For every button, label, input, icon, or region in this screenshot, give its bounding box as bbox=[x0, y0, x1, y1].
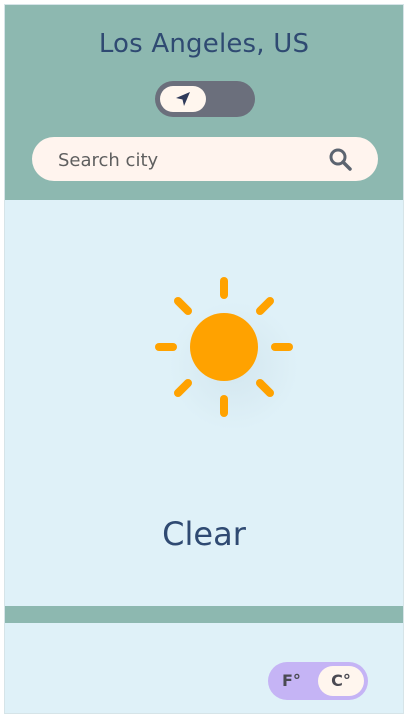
search-bar bbox=[32, 137, 378, 183]
search-icon[interactable] bbox=[328, 147, 352, 171]
unit-fahrenheit[interactable]: F° bbox=[282, 662, 301, 700]
sun-icon bbox=[155, 277, 293, 417]
section-divider bbox=[5, 606, 403, 623]
weather-condition: Clear bbox=[162, 515, 246, 553]
unit-celsius[interactable]: C° bbox=[318, 666, 364, 696]
header: Los Angeles, US bbox=[5, 5, 403, 200]
search-input[interactable] bbox=[56, 137, 320, 183]
location-toggle[interactable] bbox=[155, 81, 255, 117]
weather-app: Los Angeles, US Search city Clear F° C° bbox=[4, 4, 404, 714]
unit-toggle[interactable]: F° C° bbox=[268, 662, 368, 700]
navigation-arrow-icon bbox=[176, 92, 190, 106]
city-title: Los Angeles, US bbox=[98, 29, 310, 59]
weather-icon-container bbox=[149, 271, 309, 431]
location-toggle-knob[interactable] bbox=[160, 86, 206, 112]
